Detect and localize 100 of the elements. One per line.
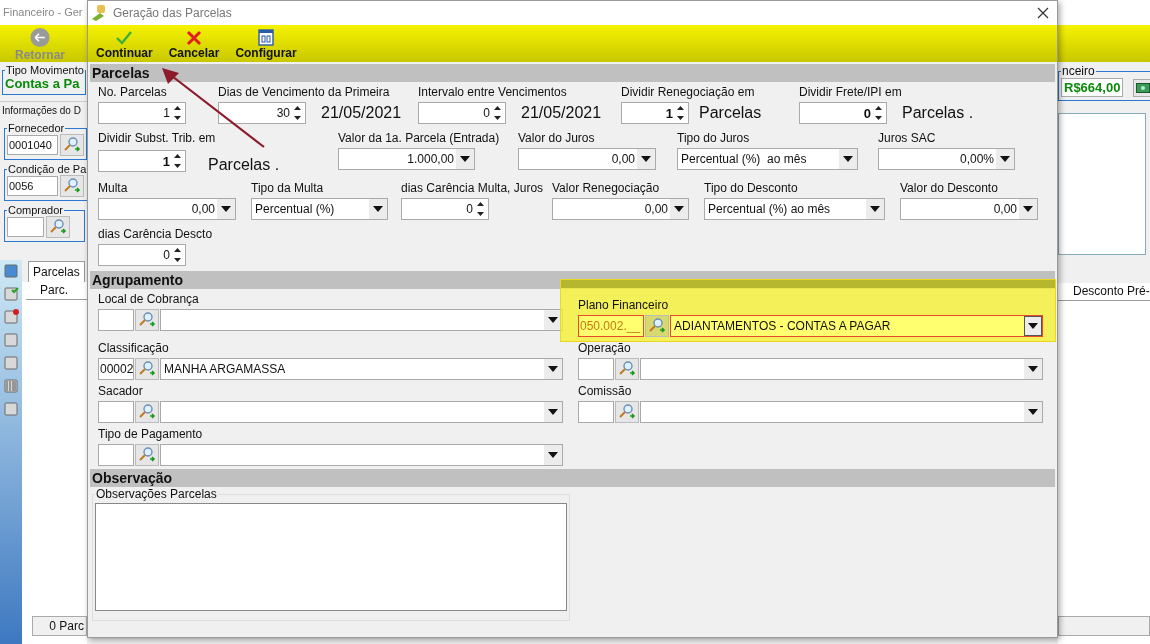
type-dropdown[interactable]: Percentual (%) ao mês bbox=[677, 148, 858, 170]
amount-dropdown[interactable]: 0,00 bbox=[552, 198, 689, 220]
field-label: Valor do Desconto bbox=[900, 181, 999, 195]
description-dropdown[interactable] bbox=[160, 444, 563, 466]
code-field[interactable] bbox=[578, 358, 614, 380]
field-label: Valor da 1a. Parcela (Entrada) bbox=[338, 131, 501, 145]
caret-icon bbox=[1000, 156, 1010, 162]
code-field[interactable]: 00002 bbox=[98, 358, 134, 380]
group-title: Condição de Pa bbox=[7, 163, 88, 175]
description-dropdown[interactable] bbox=[160, 309, 563, 331]
cancel-button[interactable]: Cancelar bbox=[166, 30, 222, 62]
group-title: Tipo Movimento bbox=[5, 64, 85, 76]
spin-arrows-icon[interactable] bbox=[172, 104, 183, 122]
field-label: Tipo da Multa bbox=[251, 181, 325, 195]
caret-icon bbox=[870, 206, 880, 212]
field-label: Classificação bbox=[98, 341, 170, 355]
description-dropdown[interactable]: MANHA ARGAMASSA bbox=[160, 358, 563, 380]
tab[interactable]: Parcelas bbox=[28, 261, 85, 282]
description-dropdown[interactable] bbox=[640, 358, 1043, 380]
notes-field[interactable] bbox=[95, 503, 567, 611]
description-dropdown[interactable] bbox=[160, 401, 563, 423]
code-field[interactable] bbox=[98, 309, 134, 331]
code-field[interactable]: 0001040 bbox=[7, 135, 58, 155]
description-dropdown[interactable] bbox=[640, 401, 1043, 423]
code-field[interactable] bbox=[98, 444, 134, 466]
spin-field[interactable]: 1 bbox=[98, 150, 186, 172]
caret-icon bbox=[373, 206, 383, 212]
lookup-button[interactable] bbox=[645, 315, 669, 337]
code-field[interactable] bbox=[578, 401, 614, 423]
magnifier-icon bbox=[63, 136, 81, 154]
lookup-button[interactable] bbox=[135, 401, 159, 423]
amount-dropdown[interactable]: 0,00 bbox=[518, 148, 656, 170]
lookup-button[interactable] bbox=[615, 401, 639, 423]
lookup-button[interactable] bbox=[60, 175, 84, 197]
spin-arrows-icon[interactable] bbox=[292, 104, 303, 122]
continue-button[interactable]: Continuar bbox=[94, 30, 155, 62]
spin-field[interactable]: 0 bbox=[418, 102, 506, 124]
banknote-icon bbox=[1136, 82, 1150, 93]
spin-field[interactable]: 0 bbox=[98, 244, 186, 266]
amount-dropdown[interactable]: 0,00 bbox=[98, 198, 236, 220]
code-field[interactable] bbox=[98, 401, 134, 423]
caret-icon bbox=[460, 156, 470, 162]
field-label: Comissão bbox=[578, 384, 633, 398]
dialog-title: Geração das Parcelas bbox=[113, 6, 232, 20]
field-label: Juros SAC bbox=[878, 131, 937, 145]
memo-box[interactable] bbox=[1058, 113, 1146, 255]
magnifier-icon bbox=[138, 311, 156, 329]
spin-arrows-icon[interactable] bbox=[172, 246, 183, 264]
magnifier-icon bbox=[618, 360, 636, 378]
magnifier-icon bbox=[138, 360, 156, 378]
lookup-button[interactable] bbox=[135, 444, 159, 466]
magnifier-icon bbox=[648, 317, 666, 335]
description-dropdown[interactable]: ADIANTAMENTOS - CONTAS A PAGAR bbox=[670, 315, 1043, 337]
lookup-button[interactable] bbox=[135, 358, 159, 380]
magnifier-icon bbox=[138, 446, 156, 464]
amount-dropdown[interactable]: 0,00% bbox=[878, 148, 1015, 170]
magnifier-icon bbox=[618, 403, 636, 421]
barcode-icon[interactable] bbox=[3, 378, 19, 394]
close-icon[interactable] bbox=[1037, 7, 1049, 19]
caret-icon bbox=[548, 409, 558, 415]
field-label: Dividir Frete/IPI em bbox=[799, 85, 903, 99]
amount-dropdown[interactable]: 1.000,00 bbox=[338, 148, 475, 170]
cash-button[interactable] bbox=[1133, 78, 1150, 97]
lookup-button[interactable] bbox=[46, 216, 70, 238]
field-label: Dividir Renegociação em bbox=[621, 85, 756, 99]
spin-arrows-icon[interactable] bbox=[675, 104, 686, 122]
checklist-remove-icon[interactable] bbox=[3, 309, 19, 325]
magnifier-icon bbox=[138, 403, 156, 421]
amount-dropdown[interactable]: 0,00 bbox=[900, 198, 1038, 220]
type-dropdown[interactable]: Percentual (%) bbox=[251, 198, 388, 220]
field-label: Tipo do Desconto bbox=[704, 181, 799, 195]
spin-field[interactable]: 1 bbox=[621, 102, 689, 124]
field-suffix: Parcelas . bbox=[208, 156, 280, 174]
magnifier-icon bbox=[49, 218, 67, 236]
caret-icon bbox=[221, 206, 231, 212]
code-field[interactable] bbox=[7, 217, 44, 237]
spin-field[interactable]: 0 bbox=[799, 102, 887, 124]
checklist-icon[interactable] bbox=[3, 286, 19, 302]
field-label: Dias de Vencimento da Primeira bbox=[218, 85, 391, 99]
spin-field[interactable]: 1 bbox=[98, 102, 186, 124]
spin-field[interactable]: 30 bbox=[218, 102, 306, 124]
lookup-button[interactable] bbox=[615, 358, 639, 380]
lookup-button[interactable] bbox=[135, 309, 159, 331]
field-label: Tipo de Pagamento bbox=[98, 427, 204, 441]
type-dropdown[interactable]: Percentual (%) ao mês bbox=[704, 198, 885, 220]
group-title: Observações Parcelas bbox=[95, 487, 218, 501]
spin-arrows-icon[interactable] bbox=[475, 200, 486, 218]
spin-arrows-icon[interactable] bbox=[492, 104, 503, 122]
caret-icon bbox=[1028, 366, 1038, 372]
caret-icon bbox=[1023, 206, 1033, 212]
caret-icon bbox=[1028, 409, 1038, 415]
configure-button[interactable]: Configurar bbox=[233, 29, 299, 62]
spin-field[interactable]: 0 bbox=[401, 198, 489, 220]
spin-arrows-icon[interactable] bbox=[172, 152, 183, 170]
code-field[interactable]: 0056 bbox=[7, 176, 58, 196]
row-count: 0 Parc bbox=[32, 616, 87, 636]
lookup-button[interactable] bbox=[60, 134, 84, 156]
caret-icon bbox=[641, 156, 651, 162]
caret-icon bbox=[548, 366, 558, 372]
spin-arrows-icon[interactable] bbox=[873, 104, 884, 122]
